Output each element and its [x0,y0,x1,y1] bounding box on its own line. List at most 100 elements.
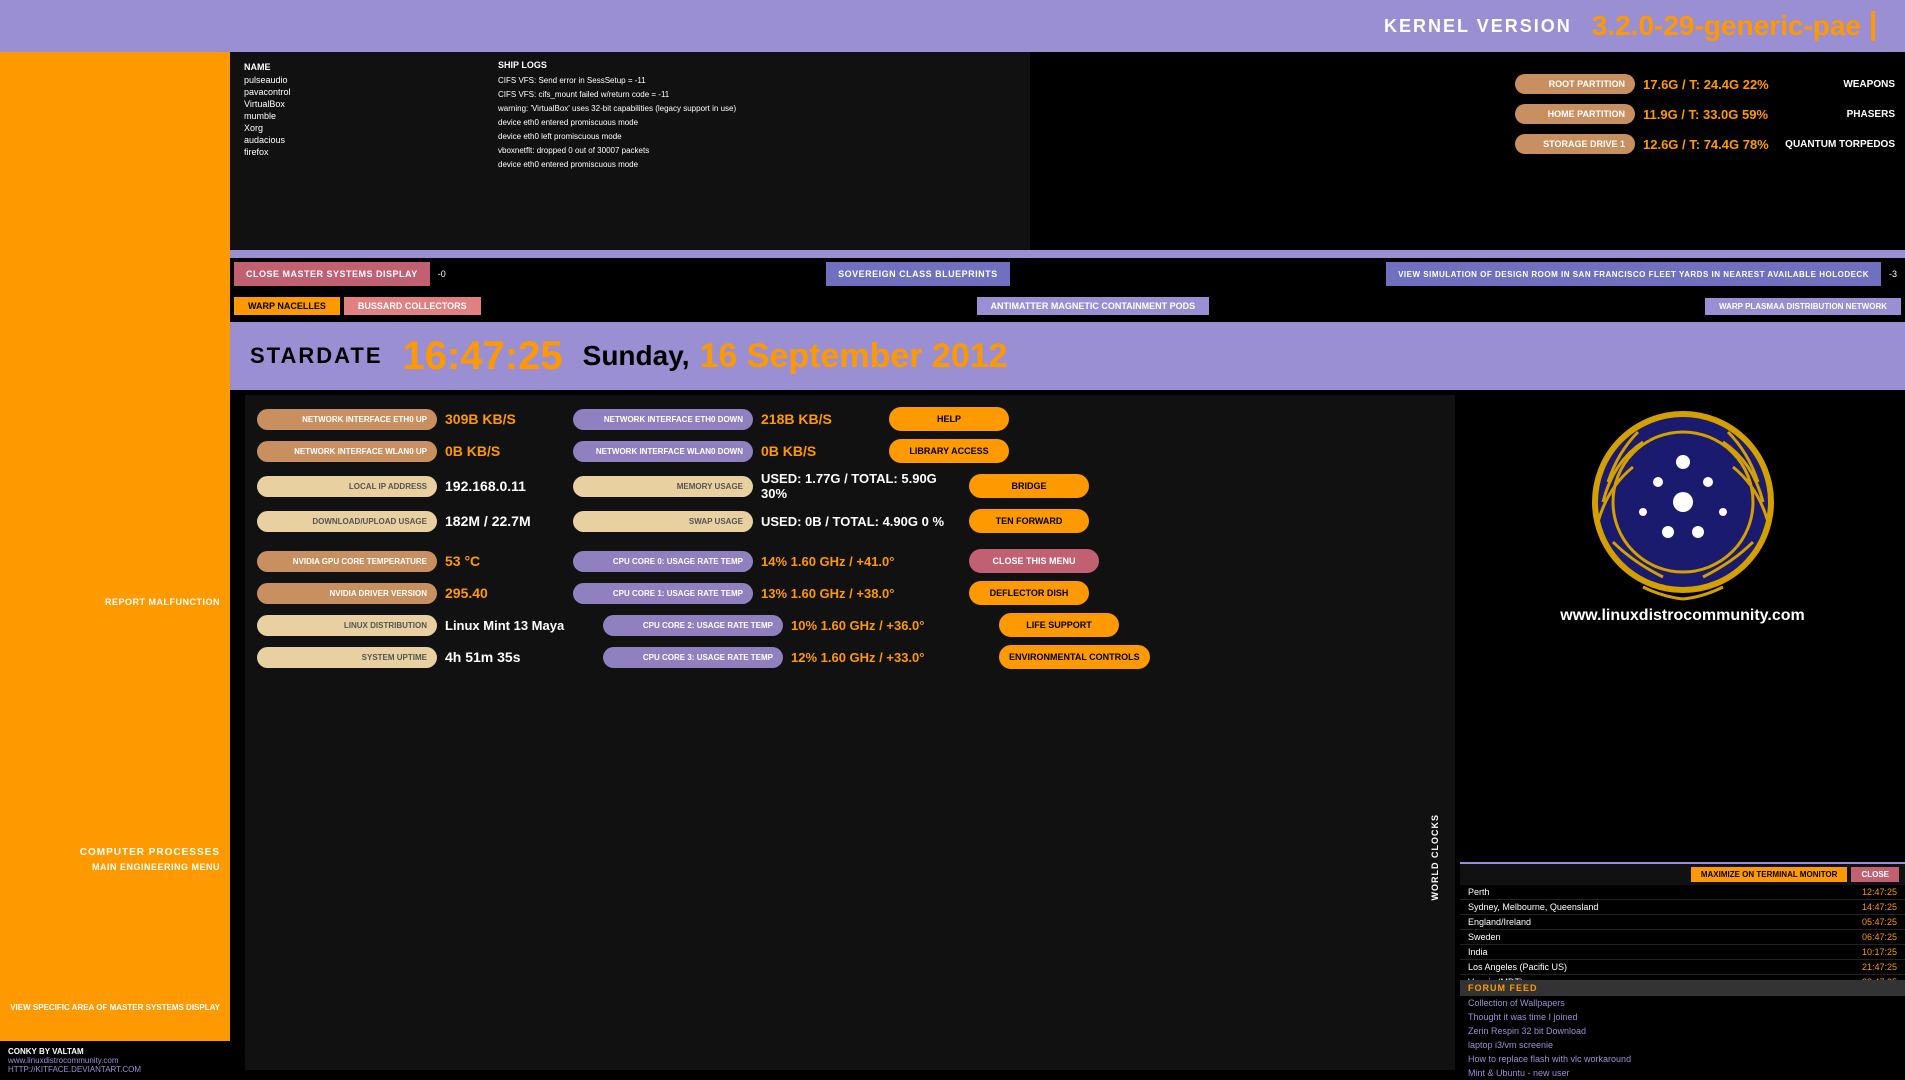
ship-log-entry: device eth0 entered promiscuous mode [498,116,1002,130]
right-stats: ROOT PARTITION 17.6G / T: 24.4G 22% WEAP… [1505,62,1905,252]
close-menu-btn[interactable]: CLOSE THIS MENU [969,549,1099,573]
left-panel: COMPUTER PROCESSES MAIN ENGINEERING MENU… [0,52,230,1080]
cpu-core1-label: CPU CORE 1: USAGE RATE TEMP [573,583,753,604]
storage-drive-label: STORAGE DRIVE 1 [1515,134,1635,154]
forum-item[interactable]: laptop i3/vm screenie [1460,1038,1905,1052]
gpu-temp-value: 53 °C [445,553,565,569]
ship-log-entry: device eth0 left promiscuous mode [498,130,1002,144]
bottom-left: CONKY BY VALTAM www.linuxdistrocommunity… [0,1041,230,1080]
stardate-date: 16 September 2012 [699,337,1007,376]
weapons-label: WEAPONS [1815,79,1895,90]
stardate-day: Sunday, [583,340,690,372]
maximize-btn[interactable]: MAXIMIZE ON TERMINAL MONITOR [1691,867,1848,882]
cpu-core0-label: CPU CORE 0: USAGE RATE TEMP [573,551,753,572]
wlan0-down-label: NETWORK INTERFACE WLAN0 DOWN [573,441,753,462]
distro-label: LINUX DISTRIBUTION [257,615,437,636]
uptime-label: SYSTEM UPTIME [257,647,437,668]
site-url: www.linuxdistrocommunity.com [1560,607,1804,625]
warp-plasma-btn[interactable]: WARP PLASMAA DISTRIBUTION NETWORK [1705,298,1901,315]
life-support-btn[interactable]: LIFE SUPPORT [999,613,1119,637]
bottom-line2: HTTP://KITFACE.DEVIANTART.COM [8,1065,222,1074]
sovereign-btn[interactable]: SOVEREIGN CLASS BLUEPRINTS [826,262,1010,286]
memory-label: MEMORY USAGE [573,476,753,497]
library-btn[interactable]: LIBRARY ACCESS [889,439,1009,463]
cpu-core2-value: 10% 1.60 GHz / +36.0° [791,618,991,633]
ship-logs-title: SHIP LOGS [498,60,1002,70]
wlan0-up-label: NETWORK INTERFACE WLAN0 UP [257,441,437,462]
root-partition-value: 17.6G / T: 24.4G 22% [1643,77,1807,92]
swap-label: SWAP USAGE [573,511,753,532]
forum-feed-label: FORUM FEED [1460,980,1905,996]
conky-label: CONKY BY VALTAM [8,1047,222,1056]
help-btn[interactable]: HELP [889,407,1009,431]
forum-item[interactable]: Zerin Respin 32 bit Download [1460,1024,1905,1038]
swap-value: USED: 0B / TOTAL: 4.90G 0 % [761,514,961,529]
local-ip-label: LOCAL IP ADDRESS [257,476,437,497]
stardate-time: 16:47:25 [403,334,563,379]
logo-svg [1583,402,1783,602]
forum-items: Collection of WallpapersThought it was t… [1460,996,1905,1080]
world-clock-row: Perth12:47:25 [1460,885,1905,900]
nav-num-2: -3 [1885,269,1901,279]
bridge-btn[interactable]: BRIDGE [969,474,1089,498]
distro-value: Linux Mint 13 Maya [445,618,595,633]
download-label: DOWNLOAD/UPLOAD USAGE [257,511,437,532]
forum-item[interactable]: How to replace flash with vlc workaround [1460,1052,1905,1066]
ship-log-entry: device eth0 entered promiscuous mode [498,158,1002,172]
stardate-label: STARDATE [250,343,383,369]
eth0-down-label: NETWORK INTERFACE ETH0 DOWN [573,409,753,430]
forum-item[interactable]: Thought it was time I joined [1460,1010,1905,1024]
wc-close-btn[interactable]: CLOSE [1851,867,1899,882]
view-simulation-btn[interactable]: VIEW SIMULATION OF DESIGN ROOM IN SAN FR… [1386,262,1881,286]
forum-feed: FORUM FEED Collection of WallpapersThoug… [1460,980,1905,1080]
ship-log-entry: warning: 'VirtualBox' uses 32-bit capabi… [498,102,1002,116]
wc-header: MAXIMIZE ON TERMINAL MONITOR CLOSE [1460,864,1905,885]
home-partition-label: HOME PARTITION [1515,104,1635,124]
nav-num-1: -0 [434,269,450,279]
deflector-btn[interactable]: DEFLECTOR DISH [969,581,1089,605]
driver-label: NVIDIA DRIVER VERSION [257,583,437,604]
close-master-btn[interactable]: CLOSE MASTER SYSTEMS DISPLAY [234,262,430,286]
starfleet-logo [1583,402,1783,602]
warp-nacelles-btn[interactable]: WARP NACELLES [234,297,340,315]
forum-item[interactable]: Collection of Wallpapers [1460,996,1905,1010]
uptime-value: 4h 51m 35s [445,649,595,665]
ship-log-entry: CIFS VFS: Send error in SessSetup = -11 [498,74,1002,88]
bussard-btn[interactable]: BUSSARD COLLECTORS [344,297,481,315]
ship-log-entry: CIFS VFS: cifs_mount failed w/return cod… [498,88,1002,102]
cpu-core3-value: 12% 1.60 GHz / +33.0° [791,650,991,665]
cpu-core3-label: CPU CORE 3: USAGE RATE TEMP [603,647,783,668]
main-engineering-label: MAIN ENGINEERING MENU [92,862,220,872]
env-controls-btn[interactable]: ENVIRONMENTAL CONTROLS [999,645,1150,669]
storage-drive-row: STORAGE DRIVE 1 12.6G / T: 74.4G 78% QUA… [1515,134,1895,154]
bottom-line1: www.linuxdistrocommunity.com [8,1056,222,1065]
kernel-label: KERNEL VERSION [1384,16,1572,37]
world-clocks-label: WORLD CLOCKS [1430,814,1440,901]
right-panel: www.linuxdistrocommunity.com WORLD CLOCK… [1460,392,1905,1080]
wlan0-up-value: 0B KB/S [445,443,565,459]
main-info-grid: NETWORK INTERFACE ETH0 UP 309B KB/S NETW… [245,395,1455,1070]
ten-forward-btn[interactable]: TEN FORWARD [969,509,1089,533]
world-clock-row: Sydney, Melbourne, Queensland14:47:25 [1460,900,1905,915]
driver-value: 295.40 [445,585,565,601]
root-partition-label: ROOT PARTITION [1515,74,1635,94]
world-clock-row: India10:17:25 [1460,945,1905,960]
gpu-temp-label: NVIDIA GPU CORE TEMPERATURE [257,551,437,572]
cpu-core0-value: 14% 1.60 GHz / +41.0° [761,554,961,569]
root-partition-row: ROOT PARTITION 17.6G / T: 24.4G 22% WEAP… [1515,74,1895,94]
kernel-version: 3.2.0-29-generic-pae [1592,10,1861,42]
world-clock-row: England/Ireland05:47:25 [1460,915,1905,930]
quantum-torpedos-label: QUANTUM TORPEDOS [1785,139,1895,150]
ship-logs: SHIP LOGS CIFS VFS: Send error in SessSe… [490,52,1010,252]
home-partition-row: HOME PARTITION 11.9G / T: 33.0G 59% PHAS… [1515,104,1895,124]
antimatter-btn[interactable]: ANTIMATTER MAGNETIC CONTAINMENT PODS [977,297,1210,315]
logo-section: www.linuxdistrocommunity.com [1460,392,1905,625]
eth0-up-label: NETWORK INTERFACE ETH0 UP [257,409,437,430]
forum-item[interactable]: Mint & Ubuntu - new user [1460,1066,1905,1080]
cpu-core2-label: CPU CORE 2: USAGE RATE TEMP [603,615,783,636]
cpu-core1-value: 13% 1.60 GHz / +38.0° [761,586,961,601]
phasers-label: PHASERS [1815,109,1895,120]
world-clock-row: Sweden06:47:25 [1460,930,1905,945]
home-partition-value: 11.9G / T: 33.0G 59% [1643,107,1807,122]
eth0-down-value: 218B KB/S [761,411,881,427]
